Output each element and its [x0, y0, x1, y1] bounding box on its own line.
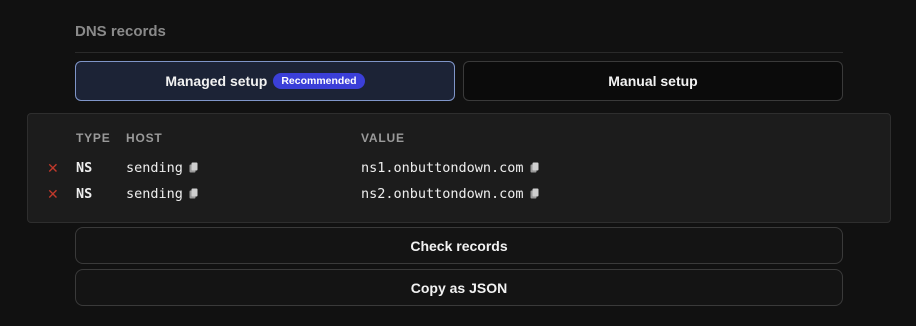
column-header-type: TYPE	[76, 131, 111, 145]
tab-managed-setup[interactable]: Managed setup Recommended	[75, 61, 455, 101]
tab-managed-setup-label: Managed setup	[165, 73, 268, 89]
copy-icon[interactable]	[189, 186, 198, 204]
record-host: sending	[126, 160, 183, 176]
copy-as-json-button[interactable]: Copy as JSON	[75, 269, 843, 306]
x-icon[interactable]: ✕	[47, 159, 59, 177]
tab-manual-setup[interactable]: Manual setup	[463, 61, 843, 101]
record-host: sending	[126, 186, 183, 202]
tab-manual-setup-label: Manual setup	[608, 73, 698, 89]
records-panel: TYPE HOST VALUE ✕ NS sending ns1.onbutto…	[27, 113, 891, 223]
table-row: ✕ NS sending ns2.onbuttondown.com	[28, 185, 890, 203]
record-type: NS	[76, 160, 93, 176]
table-row: ✕ NS sending ns1.onbuttondown.com	[28, 159, 890, 177]
copy-icon[interactable]	[530, 186, 539, 204]
section-divider	[75, 52, 843, 53]
x-icon[interactable]: ✕	[47, 185, 59, 203]
record-value: ns2.onbuttondown.com	[361, 186, 524, 202]
check-records-button[interactable]: Check records	[75, 227, 843, 264]
copy-icon[interactable]	[530, 160, 539, 178]
recommended-badge: Recommended	[273, 72, 365, 90]
column-header-value: VALUE	[361, 131, 405, 145]
record-type: NS	[76, 186, 93, 202]
record-value: ns1.onbuttondown.com	[361, 160, 524, 176]
setup-tabs: Managed setup Recommended Manual setup	[75, 61, 843, 101]
column-header-host: HOST	[126, 131, 163, 145]
copy-icon[interactable]	[189, 160, 198, 178]
section-title: DNS records	[75, 23, 166, 40]
